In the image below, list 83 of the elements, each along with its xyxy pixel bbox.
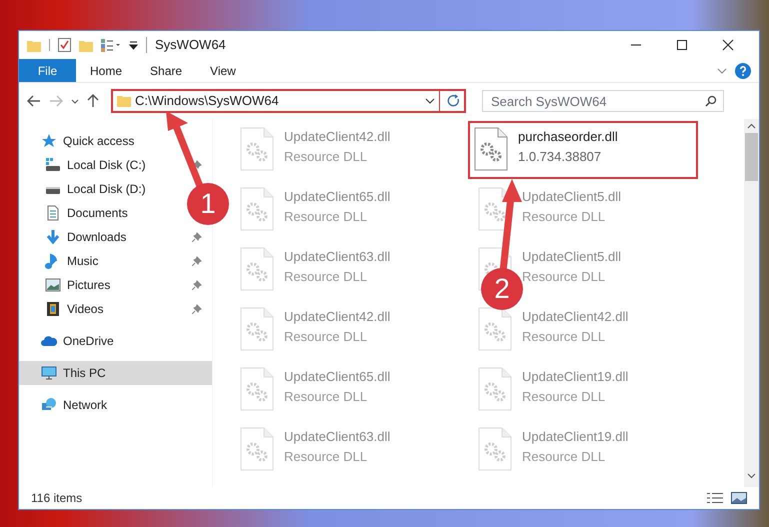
file-description: Resource DLL	[284, 328, 368, 346]
sidebar-item[interactable]: Music	[19, 249, 212, 273]
ribbon-tab[interactable]: View	[196, 59, 250, 82]
file-name: UpdateClient63.dll	[284, 248, 390, 266]
dll-file-icon	[474, 127, 508, 171]
details-view-icon[interactable]	[707, 492, 723, 504]
file-name: UpdateClient5.dll	[522, 188, 622, 206]
sidebar-item[interactable]: This PC	[19, 361, 212, 385]
dll-file-icon	[478, 367, 512, 411]
file-name: UpdateClient5.dll	[522, 248, 622, 266]
view-list-icon[interactable]	[101, 38, 121, 52]
large-icons-view-icon[interactable]	[731, 492, 747, 504]
pin-icon[interactable]	[192, 304, 202, 314]
file-name: UpdateClient42.dll	[522, 308, 628, 326]
chevron-down-icon[interactable]	[425, 98, 435, 104]
pin-icon[interactable]	[192, 232, 202, 242]
sidebar-item[interactable]: Documents	[19, 201, 134, 225]
window-title: SysWOW64	[155, 36, 226, 54]
drive-c-icon	[45, 157, 61, 173]
file-name: UpdateClient42.dll	[284, 128, 390, 146]
sidebar-item[interactable]: OneDrive	[19, 329, 120, 353]
help-icon[interactable]	[735, 62, 751, 78]
file-name: UpdateClient65.dll	[284, 368, 390, 386]
picture-icon	[45, 277, 61, 293]
folder-icon	[117, 95, 131, 107]
file-name: purchaseorder.dll	[518, 128, 618, 146]
search-field[interactable]: Search SysWOW64	[482, 90, 724, 112]
scrollbar[interactable]	[744, 119, 759, 487]
pc-icon	[41, 365, 57, 381]
scrollbar-thumb[interactable]	[745, 133, 758, 181]
dll-file-icon	[240, 427, 274, 471]
file-description: Resource DLL	[522, 328, 606, 346]
ribbon-tab[interactable]: Share	[136, 59, 196, 82]
address-path: C:\Windows\SysWOW64	[135, 92, 280, 110]
sidebar-item[interactable]: Downloads	[19, 225, 212, 249]
ribbon-tab[interactable]: Home	[76, 59, 136, 82]
file-name: UpdateClient63.dll	[284, 428, 390, 446]
dll-file-icon	[240, 127, 274, 171]
address-bar[interactable]: C:\Windows\SysWOW64	[111, 89, 466, 113]
dll-file-icon	[240, 307, 274, 351]
file-description: Resource DLL	[522, 268, 606, 286]
file-description: Resource DLL	[284, 268, 368, 286]
cloud-icon	[41, 333, 57, 349]
sidebar-item[interactable]: Local Disk (C:)	[19, 153, 212, 177]
video-icon	[45, 301, 61, 317]
sidebar-item[interactable]: Pictures	[19, 273, 212, 297]
search-icon[interactable]	[705, 95, 717, 107]
file-name: UpdateClient42.dll	[284, 308, 390, 326]
file-name: UpdateClient19.dll	[522, 428, 628, 446]
file-name: UpdateClient65.dll	[284, 188, 390, 206]
sidebar-item[interactable]: Videos	[19, 297, 212, 321]
dropdown-icon[interactable]	[129, 40, 138, 50]
download-icon	[45, 229, 61, 245]
star-icon	[41, 133, 57, 149]
sidebar-item[interactable]: Quick access	[19, 129, 140, 153]
document-icon	[45, 205, 61, 221]
file-name: UpdateClient19.dll	[522, 368, 628, 386]
dll-file-icon	[478, 427, 512, 471]
file-description: Resource DLL	[284, 208, 368, 226]
file-description: Resource DLL	[284, 388, 368, 406]
file-description: Resource DLL	[522, 388, 606, 406]
network-icon	[41, 397, 57, 413]
file-description: Resource DLL	[522, 208, 606, 226]
file-menu-button[interactable]: File	[19, 59, 76, 82]
pin-icon[interactable]	[192, 280, 202, 290]
dll-file-icon	[478, 307, 512, 351]
sidebar-item[interactable]: Network	[19, 393, 114, 417]
sidebar-item[interactable]: Local Disk (D:)	[19, 177, 152, 201]
back-arrow-icon[interactable]	[27, 95, 41, 107]
dll-file-icon	[240, 247, 274, 291]
file-description: 1.0.734.38807	[518, 148, 602, 166]
file-description: Resource DLL	[284, 448, 368, 466]
pin-icon[interactable]	[192, 256, 202, 266]
file-description: Resource DLL	[284, 148, 368, 166]
chevron-down-icon[interactable]	[71, 98, 79, 104]
dll-file-icon	[240, 187, 274, 231]
dll-file-icon	[240, 367, 274, 411]
properties-icon[interactable]	[58, 38, 71, 52]
status-item-count: 116 items	[31, 490, 82, 507]
file-description: Resource DLL	[522, 448, 606, 466]
highlighted-file-item[interactable]: purchaseorder.dll 1.0.734.38807	[470, 123, 696, 177]
pin-icon[interactable]	[192, 160, 202, 170]
up-arrow-icon[interactable]	[87, 94, 99, 108]
